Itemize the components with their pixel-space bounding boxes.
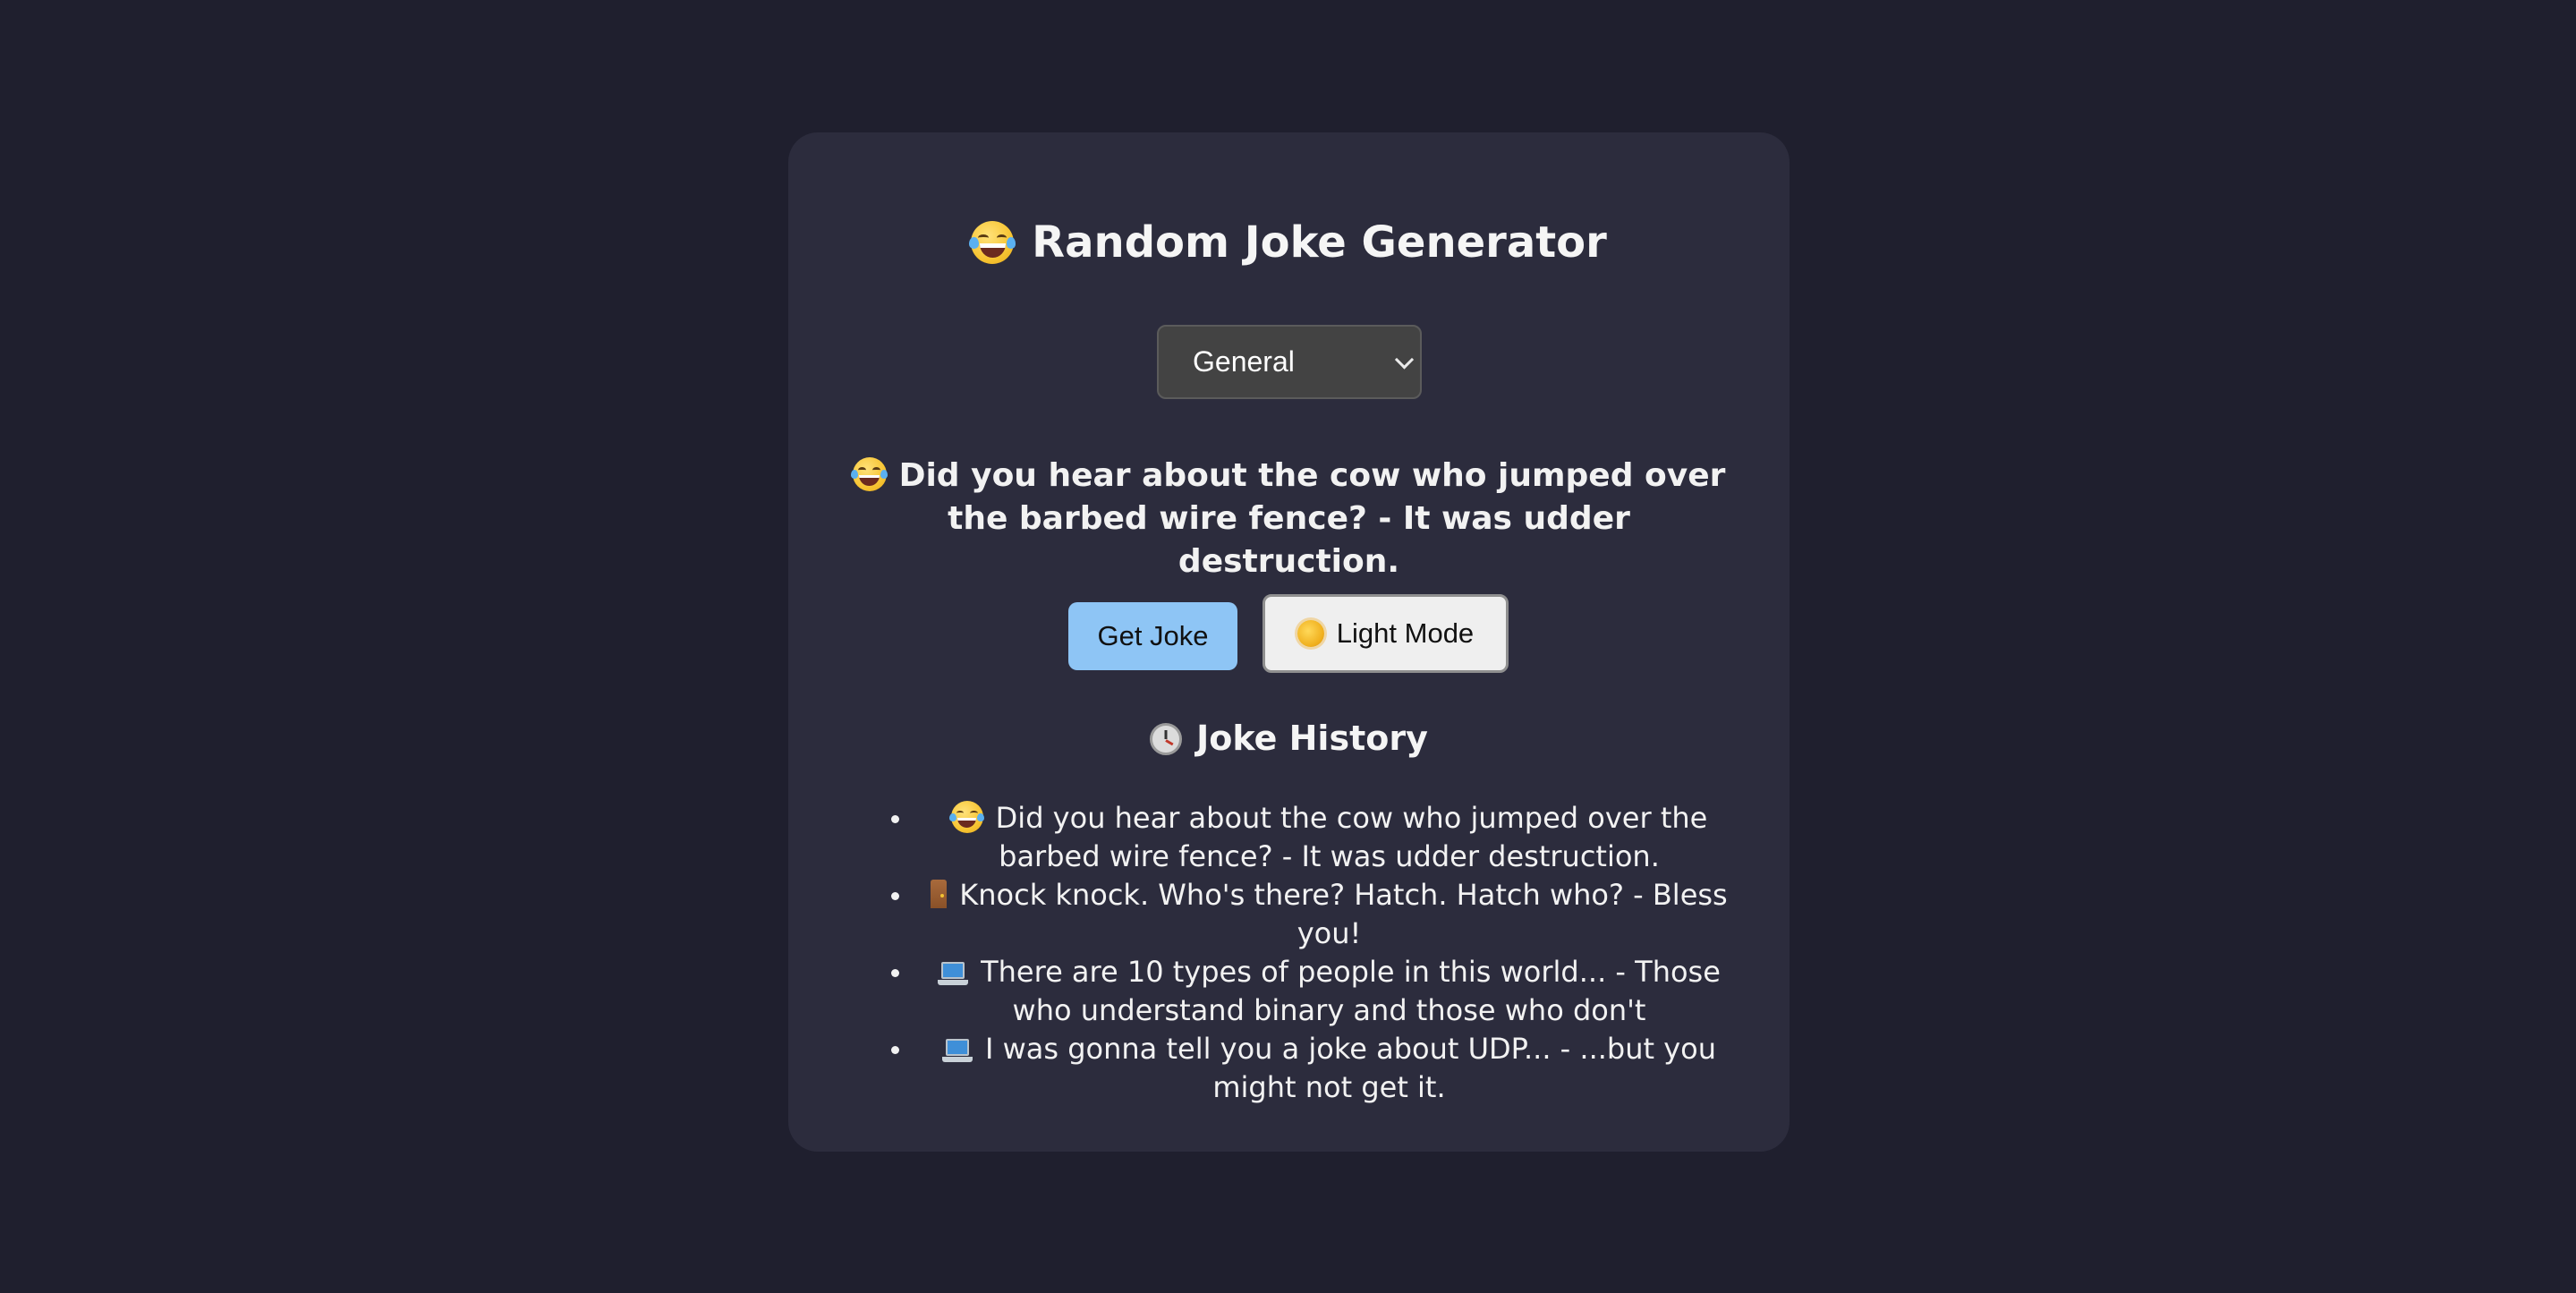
get-joke-button[interactable]: Get Joke <box>1068 602 1237 670</box>
current-joke-text: Did you hear about the cow who jumped ov… <box>898 457 1726 580</box>
laughing-face-icon <box>851 457 888 491</box>
history-item-text: I was gonna tell you a joke about UDP...… <box>984 1032 1717 1104</box>
history-item: Knock knock. Who's there? Hatch. Hatch w… <box>914 876 1745 953</box>
chevron-down-icon <box>1394 349 1415 370</box>
clock-icon <box>1150 722 1183 755</box>
app-title: Random Joke Generator <box>788 215 1790 270</box>
history-item-text: Knock knock. Who's there? Hatch. Hatch w… <box>959 878 1728 950</box>
laptop-icon <box>941 1039 973 1062</box>
category-select[interactable]: General <box>1157 325 1422 399</box>
joke-card: Random Joke Generator General Did you he… <box>788 132 1790 1152</box>
door-icon <box>931 880 948 908</box>
sun-icon <box>1297 620 1324 647</box>
history-item-text: There are 10 types of people in this wor… <box>981 955 1721 1027</box>
history-item: Did you hear about the cow who jumped ov… <box>914 799 1745 876</box>
history-item: I was gonna tell you a joke about UDP...… <box>914 1030 1745 1107</box>
history-item: There are 10 types of people in this wor… <box>914 953 1745 1030</box>
laughing-face-icon <box>949 801 985 833</box>
get-joke-button-label: Get Joke <box>1097 620 1209 651</box>
history-item-text: Did you hear about the cow who jumped ov… <box>995 801 1708 873</box>
laughing-face-icon <box>969 221 1016 265</box>
light-mode-button[interactable]: Light Mode <box>1262 594 1509 673</box>
light-mode-button-label: Light Mode <box>1336 617 1475 649</box>
joke-history-list: Did you hear about the cow who jumped ov… <box>878 799 1745 1107</box>
app-title-text: Random Joke Generator <box>1032 217 1607 268</box>
current-joke: Did you hear about the cow who jumped ov… <box>833 455 1745 583</box>
history-title: Joke History <box>788 717 1790 761</box>
history-title-text: Joke History <box>1196 719 1428 758</box>
laptop-icon <box>938 962 969 985</box>
category-select-value: General <box>1193 345 1295 378</box>
